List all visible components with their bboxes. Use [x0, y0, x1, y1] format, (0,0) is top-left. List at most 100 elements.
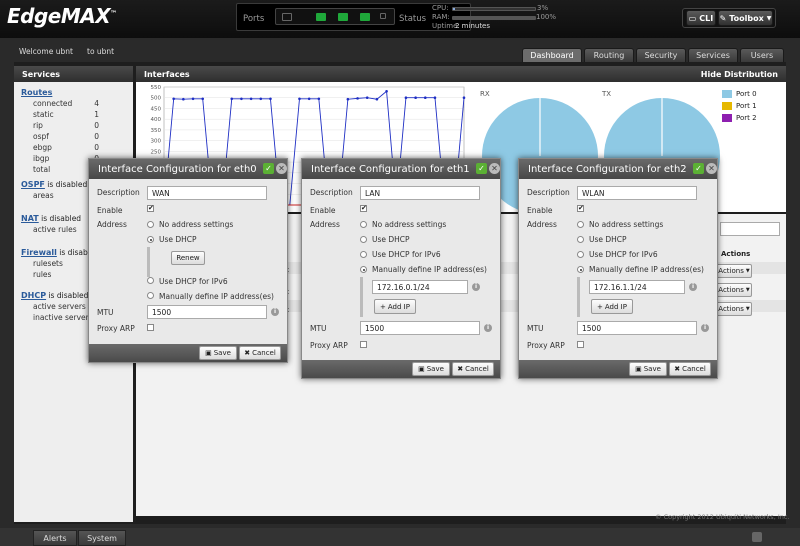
add-ip-button[interactable]: + Add IP: [591, 299, 633, 314]
ip-address-field[interactable]: 172.16.0.1/24: [372, 280, 468, 294]
cancel-button[interactable]: ✖ Cancel: [669, 362, 711, 376]
tab-security[interactable]: Security: [636, 48, 686, 62]
info-icon[interactable]: i: [472, 283, 480, 291]
manual-ip-radio[interactable]: [360, 266, 367, 273]
edgemax-logo: EdgeMAX™: [7, 4, 117, 28]
data-point: [191, 97, 195, 101]
add-ip-button[interactable]: + Add IP: [374, 299, 416, 314]
cancel-label: Cancel: [465, 365, 489, 373]
tab-routing[interactable]: Routing: [584, 48, 634, 62]
uptime-value: 2 minutes: [455, 22, 491, 30]
save-button[interactable]: ▣ Save: [199, 346, 237, 360]
enable-checkbox[interactable]: ✔: [360, 205, 367, 212]
dhcp6-radio[interactable]: [577, 251, 584, 258]
close-icon[interactable]: ✕: [706, 163, 717, 174]
tab-users[interactable]: Users: [740, 48, 784, 62]
info-icon[interactable]: i: [484, 324, 492, 332]
chevron-down-icon: ▼: [745, 268, 750, 274]
actions-button[interactable]: Actions ▼: [716, 264, 752, 278]
cancel-icon: ✖: [674, 365, 681, 373]
ip-address-field[interactable]: 172.16.1.1/24: [589, 280, 685, 294]
mtu-field[interactable]: 1500: [147, 305, 267, 319]
ospf-areas-label: areas: [33, 191, 54, 200]
no-address-label: No address settings: [159, 220, 234, 229]
port-icon: [338, 13, 348, 21]
dialog-footer: ▣ Save ✖ Cancel: [89, 344, 287, 362]
manual-ip-radio[interactable]: [577, 266, 584, 273]
port-icon: [380, 13, 386, 19]
actions-button[interactable]: Actions ▼: [716, 283, 752, 297]
data-point: [385, 89, 388, 93]
save-button[interactable]: ▣ Save: [412, 362, 450, 376]
cancel-button[interactable]: ✖ Cancel: [452, 362, 494, 376]
dhcp-link[interactable]: DHCP: [21, 291, 46, 300]
dhcp6-radio[interactable]: [360, 251, 367, 258]
description-field[interactable]: LAN: [360, 186, 480, 200]
info-icon[interactable]: i: [701, 324, 709, 332]
data-point: [423, 96, 427, 100]
proxy-arp-checkbox[interactable]: [360, 341, 367, 348]
firewall-rulesets-label: rulesets: [33, 259, 63, 268]
mtu-field[interactable]: 1500: [360, 321, 480, 335]
tab-alerts[interactable]: Alerts: [33, 530, 77, 546]
enable-checkbox[interactable]: ✔: [577, 205, 584, 212]
use-dhcp-label: Use DHCP: [159, 235, 197, 244]
dialog-title: Interface Configuration for eth0: [98, 163, 257, 175]
close-icon[interactable]: ✕: [489, 163, 500, 174]
info-icon[interactable]: i: [689, 283, 697, 291]
use-dhcp-radio[interactable]: [360, 236, 367, 243]
check-icon[interactable]: ✓: [263, 163, 274, 174]
search-input[interactable]: [720, 222, 780, 236]
tab-dashboard[interactable]: Dashboard: [522, 48, 582, 62]
hide-distribution-link[interactable]: Hide Distribution: [701, 70, 778, 79]
data-point: [201, 97, 205, 101]
expand-icon[interactable]: [752, 532, 762, 542]
mtu-label: MTU: [97, 308, 114, 317]
save-button[interactable]: ▣ Save: [629, 362, 667, 376]
cancel-button[interactable]: ✖ Cancel: [239, 346, 281, 360]
ospf-link[interactable]: OSPF: [21, 180, 45, 189]
use-dhcp-radio[interactable]: [577, 236, 584, 243]
proxy-arp-checkbox[interactable]: [147, 324, 154, 331]
manual-ip-label: Manually define IP address(es): [159, 292, 274, 301]
proxy-arp-label: Proxy ARP: [527, 341, 565, 350]
actions-button[interactable]: Actions ▼: [716, 302, 752, 316]
toolbox-button[interactable]: ✎ Toolbox ▼: [718, 10, 773, 26]
description-field[interactable]: WAN: [147, 186, 267, 200]
welcome-link[interactable]: to ubnt: [87, 47, 114, 56]
routes-link[interactable]: Routes: [21, 88, 52, 97]
check-icon[interactable]: ✓: [476, 163, 487, 174]
firewall-link[interactable]: Firewall: [21, 248, 57, 257]
cli-button[interactable]: ▭ CLI: [686, 10, 716, 26]
proxy-arp-checkbox[interactable]: [577, 341, 584, 348]
nat-rules-label: active rules: [33, 225, 77, 234]
tab-system[interactable]: System: [78, 530, 126, 546]
use-dhcp-radio[interactable]: [147, 236, 154, 243]
data-point: [433, 96, 437, 100]
enable-checkbox[interactable]: ✔: [147, 205, 154, 212]
data-point: [298, 97, 301, 101]
renew-button[interactable]: Renew: [171, 251, 205, 265]
route-row: ospf 0: [14, 132, 133, 143]
manual-indent: [360, 277, 363, 317]
status-label: Status: [399, 14, 427, 24]
dhcp6-radio[interactable]: [147, 277, 154, 284]
info-icon[interactable]: i: [271, 308, 279, 316]
tab-services[interactable]: Services: [688, 48, 738, 62]
description-field[interactable]: WLAN: [577, 186, 697, 200]
save-icon: ▣: [205, 349, 212, 357]
actions-button-label: Actions: [718, 305, 744, 313]
address-label: Address: [310, 220, 340, 229]
data-point: [172, 97, 175, 101]
manual-ip-radio[interactable]: [147, 292, 154, 299]
no-address-radio[interactable]: [360, 221, 367, 228]
check-icon[interactable]: ✓: [693, 163, 704, 174]
mtu-field[interactable]: 1500: [577, 321, 697, 335]
nat-link[interactable]: NAT: [21, 214, 39, 223]
toolbox-label: Toolbox: [729, 13, 764, 23]
no-address-radio[interactable]: [147, 221, 154, 228]
no-address-radio[interactable]: [577, 221, 584, 228]
close-icon[interactable]: ✕: [276, 163, 287, 174]
dhcp-inactive-label: inactive servers: [33, 313, 93, 322]
description-label: Description: [97, 188, 140, 197]
